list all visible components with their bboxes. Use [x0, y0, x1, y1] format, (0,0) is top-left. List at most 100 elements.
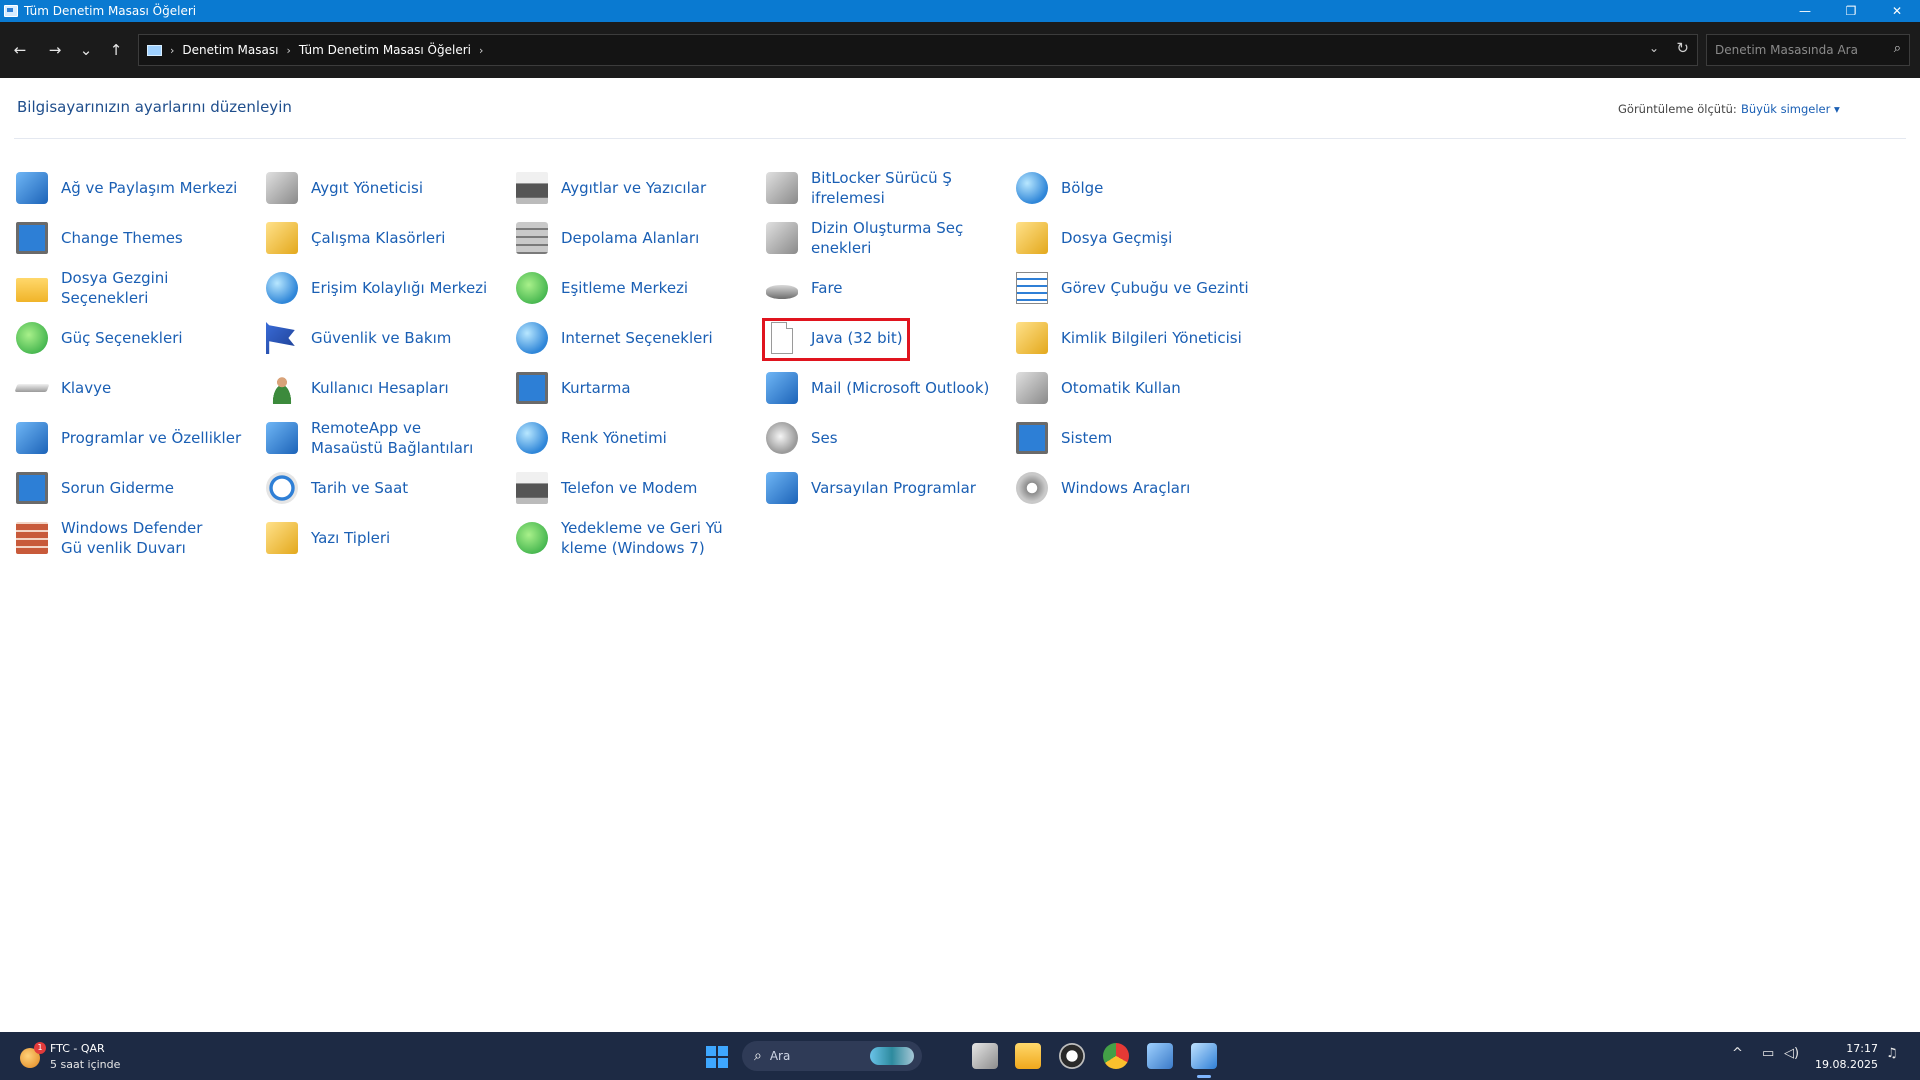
back-button[interactable]: ←: [8, 38, 32, 62]
item-color-management[interactable]: Renk Yönetimi: [516, 416, 756, 460]
restore-button[interactable]: ❐: [1828, 0, 1874, 22]
item-internet-options[interactable]: Internet Seçenekleri: [516, 316, 756, 360]
item-keyboard[interactable]: Klavye: [14, 366, 256, 410]
item-default-programs[interactable]: Varsayılan Programlar: [766, 466, 1006, 510]
item-user-accounts[interactable]: Kullanıcı Hesapları: [266, 366, 506, 410]
control-panel-taskbar-icon[interactable]: [1147, 1043, 1173, 1069]
chrome-icon[interactable]: [1103, 1043, 1129, 1069]
credential-manager-icon: [1016, 322, 1048, 354]
autoplay-icon: [1016, 372, 1048, 404]
troubleshooting-icon: [16, 472, 48, 504]
item-security-maintenance[interactable]: Güvenlik ve Bakım: [266, 316, 506, 360]
item-power-options[interactable]: Güç Seçenekleri: [16, 316, 256, 360]
item-file-history[interactable]: Dosya Geçmişi: [1016, 216, 1256, 260]
control-panel-active-icon[interactable]: [1191, 1043, 1217, 1078]
item-taskbar-navigation[interactable]: Görev Çubuğu ve Gezinti: [1016, 266, 1256, 310]
item-phone-modem[interactable]: Telefon ve Modem: [516, 466, 756, 510]
address-bar[interactable]: › Denetim Masası › Tüm Denetim Masası Öğ…: [138, 34, 1698, 66]
phone-modem-icon: [516, 472, 548, 504]
item-mail[interactable]: Mail (Microsoft Outlook): [766, 366, 1006, 410]
item-work-folders[interactable]: Çalışma Klasörleri: [266, 216, 506, 260]
item-windows-tools[interactable]: Windows Araçları: [1016, 466, 1256, 510]
close-button[interactable]: ✕: [1874, 0, 1920, 22]
minimize-button[interactable]: —: [1782, 0, 1828, 22]
up-button[interactable]: ↑: [104, 38, 128, 62]
item-autoplay[interactable]: Otomatik Kullan: [1016, 366, 1256, 410]
item-troubleshooting[interactable]: Sorun Giderme: [16, 466, 256, 510]
clock-date[interactable]: 19.08.2025: [1798, 1058, 1878, 1071]
file-explorer-icon[interactable]: [1015, 1043, 1041, 1069]
color-management-icon: [516, 422, 548, 454]
breadcrumb-control-panel[interactable]: Denetim Masası: [182, 43, 278, 57]
printer-icon: [516, 172, 548, 204]
item-label: Aygıt Yöneticisi: [311, 179, 423, 197]
task-view-icon[interactable]: [972, 1043, 998, 1069]
item-label: Kullanıcı Hesapları: [311, 379, 449, 397]
item-label: Windows Araçları: [1061, 479, 1191, 497]
refresh-icon[interactable]: ↻: [1676, 39, 1689, 57]
chevron-right-icon[interactable]: ›: [170, 44, 174, 57]
security-flag-icon: [266, 322, 295, 354]
taskbar: 1 FTC - QAR 5 saat içinde ⌕ Ara ^ ▭ ◁) 1…: [0, 1032, 1920, 1080]
tray-chevron-icon[interactable]: ^: [1732, 1046, 1743, 1061]
item-label: Bölge: [1061, 179, 1104, 197]
item-programs-features[interactable]: Programlar ve Özellikler: [16, 416, 256, 460]
item-backup-restore[interactable]: Yedekleme ve Geri Yü kleme (Windows 7): [516, 516, 756, 560]
item-indexing-options[interactable]: Dizin Oluşturma Seç enekleri: [766, 216, 1006, 260]
recent-locations-button[interactable]: ⌄: [74, 38, 98, 62]
search-icon[interactable]: ⌕: [1894, 41, 1901, 56]
item-region[interactable]: Bölge: [1016, 166, 1256, 210]
item-label: Internet Seçenekleri: [561, 329, 713, 347]
search-input[interactable]: Denetim Masasında Ara: [1715, 43, 1858, 57]
item-fonts[interactable]: Yazı Tipleri: [266, 516, 506, 560]
item-change-themes[interactable]: Change Themes: [16, 216, 256, 260]
network-icon[interactable]: ▭: [1762, 1046, 1774, 1061]
media-player-icon[interactable]: [1059, 1043, 1085, 1069]
item-label: Eşitleme Merkezi: [561, 279, 689, 297]
windows-logo-icon: [718, 1046, 728, 1056]
search-icon: ⌕: [754, 1048, 762, 1064]
volume-icon[interactable]: ◁): [1784, 1046, 1799, 1061]
highlight-box: [762, 318, 910, 361]
item-sound[interactable]: Ses: [766, 416, 1006, 460]
region-globe-icon: [1016, 172, 1048, 204]
weather-subtitle: 5 saat içinde: [50, 1058, 121, 1071]
item-device-manager[interactable]: Aygıt Yöneticisi: [266, 166, 506, 210]
item-label: Dizin Oluşturma Seç enekleri: [811, 219, 964, 257]
item-label: Erişim Kolaylığı Merkezi: [311, 279, 488, 297]
search-highlight-icon: [870, 1047, 914, 1065]
item-label: Ağ ve Paylaşım Merkezi: [61, 179, 238, 197]
item-system[interactable]: Sistem: [1016, 416, 1256, 460]
start-button[interactable]: [706, 1046, 728, 1068]
view-by-dropdown[interactable]: Büyük simgeler ▾: [1741, 102, 1840, 116]
item-date-time[interactable]: Tarih ve Saat: [266, 466, 506, 510]
item-windows-firewall[interactable]: Windows Defender Gü venlik Duvarı: [16, 516, 256, 560]
clock-time[interactable]: 17:17: [1818, 1042, 1878, 1055]
item-bitlocker[interactable]: BitLocker Sürücü Ş ifrelemesi: [766, 166, 1006, 210]
breadcrumb-all-items[interactable]: Tüm Denetim Masası Öğeleri: [299, 43, 471, 57]
chevron-right-icon[interactable]: ›: [479, 44, 483, 57]
chevron-right-icon[interactable]: ›: [286, 44, 290, 57]
file-history-icon: [1016, 222, 1048, 254]
item-storage-spaces[interactable]: Depolama Alanları: [516, 216, 756, 260]
item-remoteapp[interactable]: RemoteApp ve Masaüstü Bağlantıları: [266, 416, 506, 460]
backup-restore-icon: [516, 522, 548, 554]
chevron-down-icon[interactable]: ⌄: [1649, 41, 1659, 55]
item-network-sharing-center[interactable]: Ağ ve Paylaşım Merkezi: [16, 166, 256, 210]
internet-options-icon: [516, 322, 548, 354]
forward-button[interactable]: →: [43, 38, 67, 62]
item-credential-manager[interactable]: Kimlik Bilgileri Yöneticisi: [1016, 316, 1256, 360]
taskbar-search[interactable]: ⌕ Ara: [742, 1041, 922, 1071]
item-sync-center[interactable]: Eşitleme Merkezi: [516, 266, 756, 310]
item-recovery[interactable]: Kurtarma: [516, 366, 756, 410]
weather-widget[interactable]: 1 FTC - QAR 5 saat içinde: [18, 1040, 128, 1072]
item-mouse[interactable]: Fare: [766, 266, 1006, 310]
item-devices-printers[interactable]: Aygıtlar ve Yazıcılar: [516, 166, 756, 210]
item-label: Dosya Geçmişi: [1061, 229, 1173, 247]
item-file-explorer-options[interactable]: Dosya Gezgini Seçenekleri: [16, 266, 256, 310]
search-box[interactable]: Denetim Masasında Ara ⌕: [1706, 34, 1910, 66]
item-label: Telefon ve Modem: [561, 479, 698, 497]
item-ease-of-access[interactable]: Erişim Kolaylığı Merkezi: [266, 266, 506, 310]
notification-bell-icon[interactable]: ♫: [1886, 1046, 1898, 1061]
windows-logo-icon: [718, 1058, 728, 1068]
